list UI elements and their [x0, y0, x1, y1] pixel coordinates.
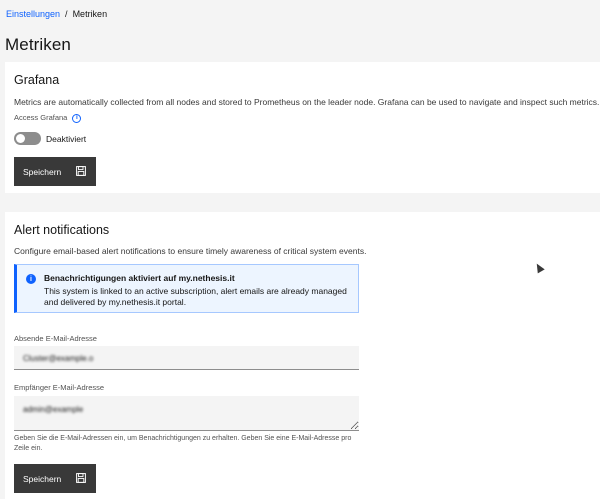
grafana-description: Metrics are automatically collected from… [14, 97, 600, 107]
access-grafana-label-text: Access Grafana [14, 113, 68, 122]
breadcrumb-current: Metriken [72, 9, 108, 19]
info-icon[interactable]: i [72, 113, 82, 123]
recipient-helper-text: Geben Sie die E-Mail-Adressen ein, um Be… [14, 435, 352, 452]
breadcrumb-link-settings[interactable]: Einstellungen [6, 9, 60, 19]
grafana-save-button[interactable]: Speichern [14, 157, 96, 186]
sender-email-input[interactable] [14, 346, 359, 370]
grafana-save-label: Speichern [23, 166, 62, 177]
toggle-state-label: Deaktiviert [46, 133, 87, 144]
alerts-title: Alert notifications [14, 223, 110, 237]
info-filled-icon: i [26, 274, 36, 284]
access-grafana-toggle-row: Deaktiviert [14, 132, 86, 145]
subscription-notification: i Benachrichtigungen aktiviert auf my.ne… [14, 264, 359, 313]
access-grafana-toggle[interactable] [14, 132, 41, 145]
floppy-disk-icon [76, 166, 86, 176]
grafana-card: Grafana Metrics are automatically collec… [5, 62, 600, 193]
alerts-save-button[interactable]: Speichern [14, 464, 96, 493]
recipient-email-textarea[interactable] [14, 396, 359, 431]
sender-email-label: Absende E-Mail-Adresse [14, 334, 97, 343]
recipient-email-label: Empfänger E-Mail-Adresse [14, 383, 105, 392]
alerts-save-label: Speichern [23, 473, 62, 484]
floppy-disk-icon [76, 473, 86, 483]
grafana-title: Grafana [14, 73, 60, 87]
breadcrumb-separator: / [65, 9, 68, 19]
alerts-description: Configure email-based alert notification… [14, 246, 367, 256]
breadcrumb: Einstellungen / Metriken [6, 9, 107, 19]
alert-notifications-card: Alert notifications Configure email-base… [5, 212, 600, 499]
access-grafana-label: Access Grafana i [14, 113, 82, 123]
notification-title: Benachrichtigungen aktiviert auf my.neth… [44, 273, 235, 283]
toggle-knob [16, 134, 25, 143]
notification-body: This system is linked to an active subsc… [44, 286, 347, 307]
page-title: Metriken [5, 35, 71, 54]
